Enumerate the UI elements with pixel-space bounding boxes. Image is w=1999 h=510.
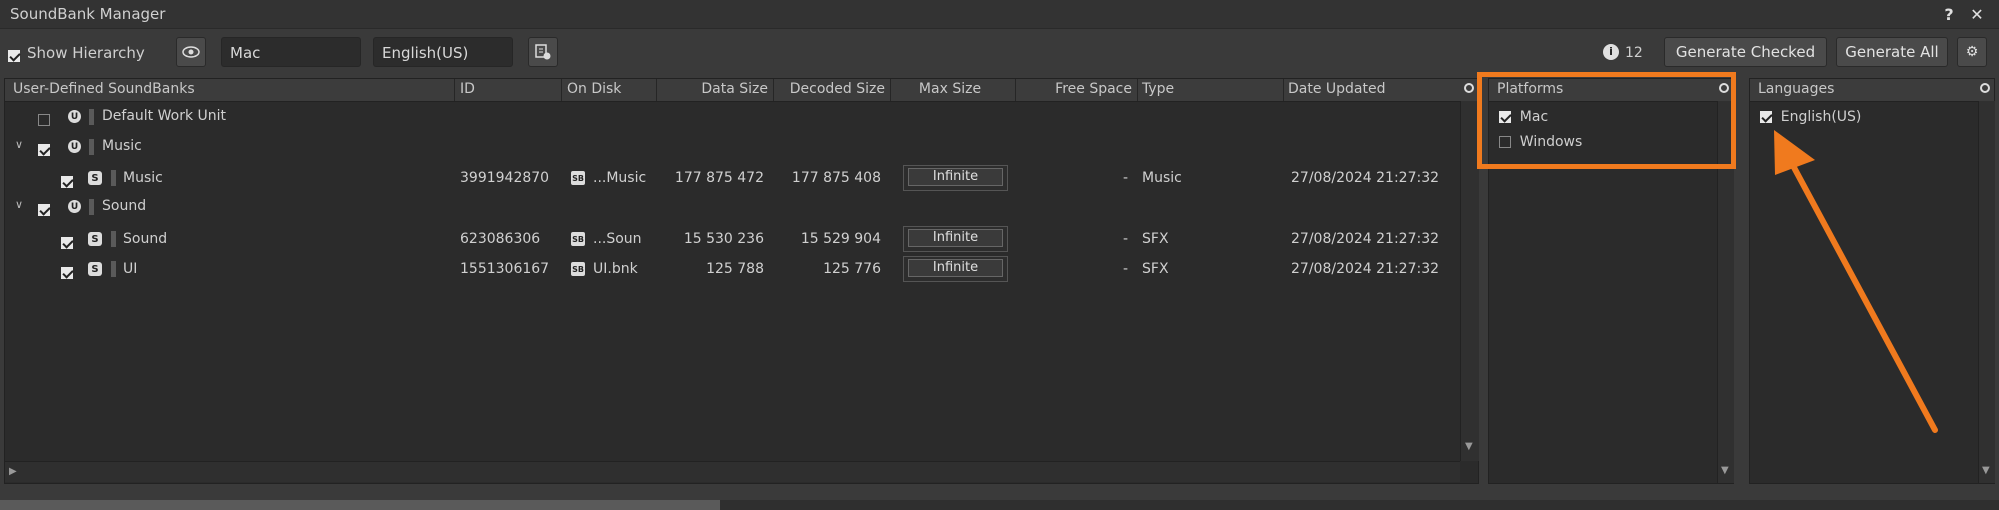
row-free-space: - — [1122, 231, 1128, 247]
row-date: 27/08/2024 21:27:32 — [1291, 261, 1440, 277]
row-free-space: - — [1122, 261, 1128, 277]
row-date: 27/08/2024 21:27:32 — [1291, 231, 1440, 247]
table-row[interactable]: U Default Work Unit — [5, 104, 1460, 128]
row-checkbox[interactable] — [38, 110, 50, 128]
title-bar: SoundBank Manager ? ✕ — [0, 0, 1999, 29]
search-icon[interactable] — [1980, 83, 1990, 93]
scroll-down-icon[interactable]: ▼ — [1721, 465, 1729, 476]
gear-icon[interactable]: ⚙ — [1957, 37, 1987, 67]
col-header-max-size[interactable]: Max Size — [890, 81, 1010, 97]
table-row[interactable]: S Sound 623086306 SB ...Soun 15 530 236 … — [5, 225, 1460, 253]
annotation-arrow — [1774, 130, 1938, 433]
col-header-free-space[interactable]: Free Space — [1015, 81, 1132, 97]
row-data-size: 15 530 236 — [683, 231, 764, 247]
row-name: UI — [123, 261, 138, 277]
row-decoded-size: 15 529 904 — [800, 231, 881, 247]
row-data-size: 177 875 472 — [674, 170, 764, 186]
scroll-down-icon[interactable]: ▼ — [1465, 441, 1473, 452]
row-on-disk: ...Soun — [593, 231, 642, 247]
row-free-space: - — [1122, 170, 1128, 186]
languages-header-bar: Languages — [1750, 79, 1994, 102]
table-header: User-Defined SoundBanks ID On Disk Data … — [5, 79, 1478, 102]
info-icon[interactable]: i — [1603, 44, 1619, 60]
row-id: 1551306167 — [460, 261, 550, 277]
languages-scrollbar[interactable]: ▼ — [1978, 101, 1995, 483]
scroll-down-icon[interactable]: ▼ — [1982, 465, 1990, 476]
col-header-soundbanks[interactable]: User-Defined SoundBanks — [13, 81, 195, 97]
max-size-field[interactable]: Infinite — [903, 226, 1008, 252]
search-icon[interactable] — [1464, 83, 1474, 93]
soundbank-icon: S — [88, 232, 102, 246]
work-unit-icon: U — [68, 110, 81, 123]
row-on-disk: UI.bnk — [593, 261, 638, 277]
max-size-field[interactable]: Infinite — [903, 165, 1008, 191]
add-soundbank-icon[interactable] — [528, 37, 558, 67]
row-name: Default Work Unit — [102, 108, 227, 124]
row-type: Music — [1142, 170, 1182, 186]
row-type: SFX — [1142, 261, 1169, 277]
close-icon[interactable]: ✕ — [1966, 3, 1988, 25]
max-size-field[interactable]: Infinite — [903, 256, 1008, 282]
scroll-right-icon[interactable]: ▶ — [9, 466, 17, 477]
language-label: English(US) — [1780, 108, 1862, 125]
chevron-down-icon[interactable]: ∨ — [15, 198, 23, 211]
row-checkbox[interactable] — [61, 233, 73, 251]
horizontal-scrollbar[interactable]: ▶ — [5, 461, 1460, 482]
row-id: 3991942870 — [460, 170, 550, 186]
row-date: 27/08/2024 21:27:32 — [1291, 170, 1440, 186]
work-unit-icon: U — [68, 140, 81, 153]
row-on-disk: ...Music — [593, 170, 647, 186]
col-header-type[interactable]: Type — [1142, 81, 1174, 97]
soundbank-icon: S — [88, 262, 102, 276]
soundbank-file-icon: SB — [571, 171, 585, 185]
window-title: SoundBank Manager — [10, 5, 166, 23]
help-icon[interactable]: ? — [1938, 3, 1960, 25]
row-checkbox[interactable] — [61, 263, 73, 281]
toolbar: Show Hierarchy Mac English(US) i 12 Gene… — [0, 30, 1999, 74]
row-decoded-size: 125 776 — [823, 261, 881, 277]
table-row[interactable]: ∨ U Sound — [5, 194, 1460, 218]
bottom-bar — [0, 500, 1999, 510]
language-select[interactable]: English(US) — [373, 37, 513, 67]
soundbank-file-icon: SB — [571, 232, 585, 246]
row-name: Music — [102, 138, 142, 154]
row-name: Music — [123, 170, 163, 186]
row-type: SFX — [1142, 231, 1169, 247]
row-checkbox[interactable] — [38, 200, 50, 218]
row-data-size: 125 788 — [706, 261, 764, 277]
generate-checked-button[interactable]: Generate Checked — [1664, 37, 1827, 67]
soundbank-icon: S — [88, 171, 102, 185]
soundbank-manager-window: SoundBank Manager ? ✕ Show Hierarchy Mac… — [0, 0, 1999, 510]
col-header-id[interactable]: ID — [460, 81, 475, 97]
col-header-decoded-size[interactable]: Decoded Size — [773, 81, 885, 97]
highlight-box — [1477, 72, 1736, 169]
chevron-down-icon[interactable]: ∨ — [15, 138, 23, 151]
show-hierarchy-checkbox[interactable] — [8, 46, 20, 64]
info-count: 12 — [1625, 45, 1643, 61]
soundbanks-panel: User-Defined SoundBanks ID On Disk Data … — [4, 78, 1479, 484]
table-row[interactable]: ∨ U Music — [5, 134, 1460, 158]
row-checkbox[interactable] — [61, 172, 73, 190]
row-decoded-size: 177 875 408 — [791, 170, 881, 186]
row-id: 623086306 — [460, 231, 541, 247]
col-header-data-size[interactable]: Data Size — [656, 81, 768, 97]
languages-header: Languages — [1758, 81, 1835, 97]
row-checkbox[interactable] — [38, 140, 50, 158]
row-name: Sound — [123, 231, 168, 247]
col-header-on-disk[interactable]: On Disk — [567, 81, 621, 97]
table-row[interactable]: S UI 1551306167 SB UI.bnk 125 788 125 77… — [5, 255, 1460, 283]
show-hierarchy-label: Show Hierarchy — [27, 44, 145, 62]
row-name: Sound — [102, 198, 147, 214]
table-row[interactable]: S Music 3991942870 SB ...Music 177 875 4… — [5, 164, 1460, 192]
generate-all-button[interactable]: Generate All — [1836, 37, 1948, 67]
soundbank-file-icon: SB — [571, 262, 585, 276]
eye-icon[interactable] — [176, 37, 206, 67]
col-header-date-updated[interactable]: Date Updated — [1288, 81, 1386, 97]
language-item-english-us[interactable]: English(US) — [1760, 107, 1861, 125]
platform-select[interactable]: Mac — [221, 37, 361, 67]
work-unit-icon: U — [68, 200, 81, 213]
